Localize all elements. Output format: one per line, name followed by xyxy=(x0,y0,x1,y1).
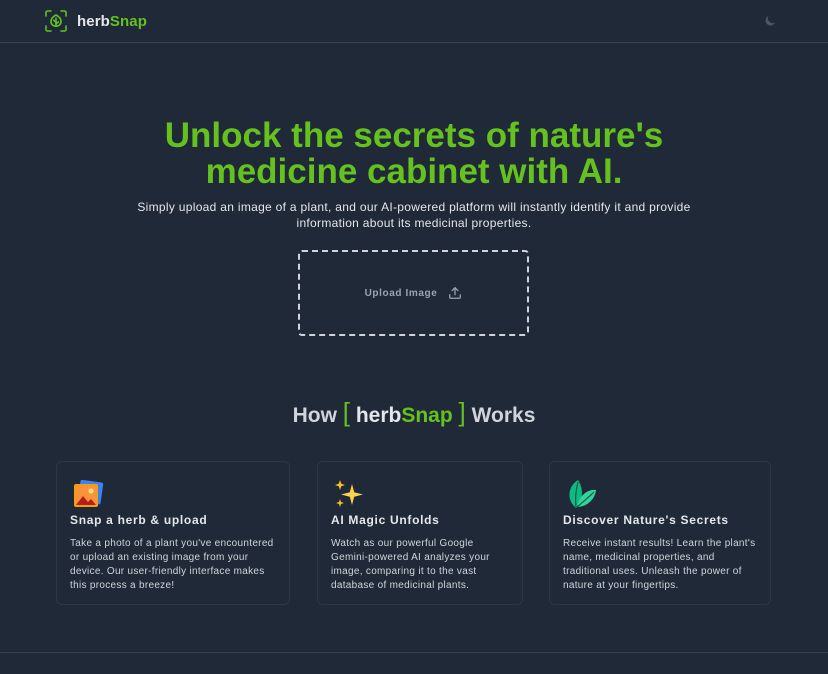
upload-icon xyxy=(449,287,462,299)
how-brand-herb: herb xyxy=(355,404,402,427)
theme-toggle-button[interactable] xyxy=(763,14,777,28)
moon-icon xyxy=(765,16,775,26)
hero-title: Unlock the secrets of nature's medicine … xyxy=(0,118,828,190)
leaf-scan-icon xyxy=(45,10,67,32)
hero-title-line1: Unlock the secrets of nature's xyxy=(164,116,664,155)
sparkles-icon xyxy=(335,480,363,507)
how-brand-snap: Snap xyxy=(401,404,453,427)
how-suffix: Works xyxy=(471,404,536,427)
upload-image-label: Upload Image xyxy=(364,287,438,299)
bracket-open: [ xyxy=(342,397,350,427)
step-card-ai: AI Magic Unfolds Watch as our powerful G… xyxy=(317,461,523,605)
hero-subtitle: Simply upload an image of a plant, and o… xyxy=(137,200,691,230)
bracket-close: ] xyxy=(458,397,466,427)
how-prefix: How xyxy=(292,404,337,427)
card-text: Watch as our powerful Google Gemini-powe… xyxy=(331,538,490,591)
footer-divider xyxy=(0,652,828,653)
how-it-works-heading: How [ herbSnap ] Works xyxy=(0,396,828,432)
card-title: AI Magic Unfolds xyxy=(331,513,440,527)
card-title: Discover Nature's Secrets xyxy=(563,513,729,527)
brand-name: herbSnap xyxy=(77,13,147,30)
hero-title-line2: medicine cabinet with AI. xyxy=(205,152,623,191)
card-text: Receive instant results! Learn the plant… xyxy=(563,538,756,591)
image-icon xyxy=(74,479,104,507)
leaves-icon xyxy=(569,480,596,508)
step-card-discover: Discover Nature's Secrets Receive instan… xyxy=(549,461,771,605)
upload-image-dropzone[interactable]: Upload Image xyxy=(298,250,529,336)
card-text: Take a photo of a plant you've encounter… xyxy=(70,538,274,591)
brand-name-snap: Snap xyxy=(109,12,147,30)
step-card-upload: Snap a herb & upload Take a photo of a p… xyxy=(56,461,290,605)
brand-name-herb: herb xyxy=(77,12,110,30)
brand-logo[interactable]: herbSnap xyxy=(44,9,147,33)
navbar: herbSnap xyxy=(0,0,828,43)
card-title: Snap a herb & upload xyxy=(70,513,208,527)
